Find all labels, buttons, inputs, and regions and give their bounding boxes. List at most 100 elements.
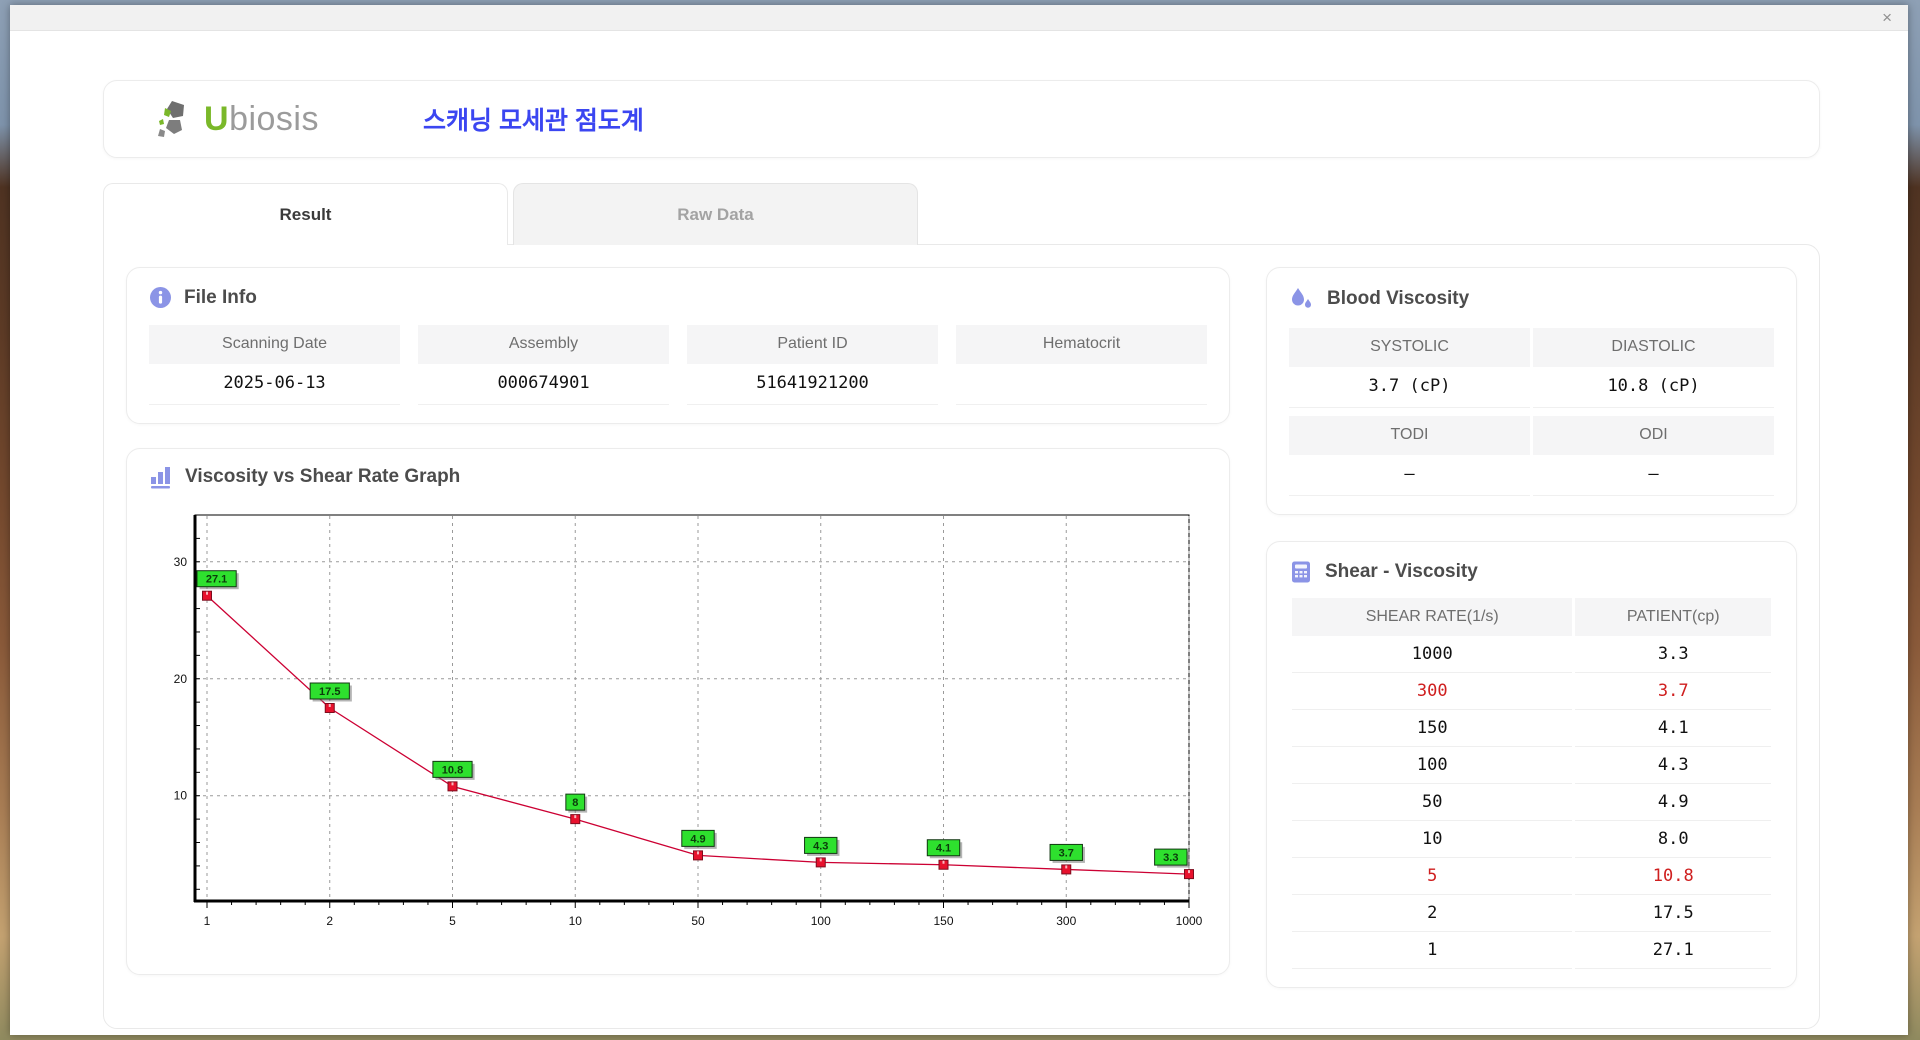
svg-text:3.7: 3.7	[1059, 847, 1074, 859]
svg-text:1: 1	[204, 914, 211, 928]
svg-text:2: 2	[326, 914, 333, 928]
brand-name: Ubiosis	[204, 99, 319, 138]
field-value-hematocrit	[956, 364, 1207, 405]
patient-viscosity-cell: 10.8	[1575, 858, 1771, 895]
patient-viscosity-cell: 4.1	[1575, 710, 1771, 747]
blood-viscosity-grid-top: SYSTOLIC DIASTOLIC 3.7 (cP) 10.8 (cP)	[1289, 328, 1774, 408]
tab-result[interactable]: Result	[103, 183, 508, 245]
svg-text:4.1: 4.1	[936, 843, 951, 855]
tab-raw-data[interactable]: Raw Data	[513, 183, 918, 245]
close-icon[interactable]: ×	[1882, 9, 1892, 26]
svg-text:50: 50	[691, 914, 705, 928]
result-dialog: × Ubiosis 스캐닝 모세관 점도계 Result Raw Data Fi…	[10, 5, 1908, 1035]
left-column: File Info Scanning Date Assembly Patient…	[126, 267, 1230, 1006]
todi-label: TODI	[1289, 416, 1530, 455]
shear-viscosity-title: Shear - Viscosity	[1325, 561, 1478, 582]
diastolic-value: 10.8 (cP)	[1533, 367, 1774, 408]
svg-text:1000: 1000	[1176, 914, 1203, 928]
svg-text:4.3: 4.3	[813, 840, 828, 852]
shear-table-row: 2 17.5	[1292, 895, 1771, 932]
blood-drops-icon	[1289, 286, 1315, 312]
patient-viscosity-cell: 8.0	[1575, 821, 1771, 858]
field-label-patient-id: Patient ID	[687, 325, 938, 364]
svg-text:10: 10	[569, 914, 583, 928]
info-icon	[149, 286, 172, 309]
shear-rate-cell: 150	[1292, 710, 1573, 747]
shear-viscosity-title-row: Shear - Viscosity	[1289, 560, 1774, 584]
brand-logo: Ubiosis	[150, 99, 319, 139]
svg-text:3.3: 3.3	[1163, 852, 1178, 864]
shear-table-row: 150 4.1	[1292, 710, 1771, 747]
ubiosis-logo-icon	[150, 99, 196, 139]
field-value-assembly: 000674901	[418, 364, 669, 405]
chart-wrap: 10 20 30 1 2 5 10 50 100 150 300 1000 27.1 17.5 10.8 8 4…	[149, 501, 1207, 958]
svg-text:17.5: 17.5	[319, 686, 340, 698]
patient-viscosity-cell: 27.1	[1575, 932, 1771, 969]
file-info-grid: Scanning Date Assembly Patient ID Hemato…	[149, 325, 1207, 405]
blood-viscosity-title-row: Blood Viscosity	[1289, 286, 1774, 312]
blood-viscosity-card: Blood Viscosity SYSTOLIC DIASTOLIC 3.7 (…	[1266, 267, 1797, 515]
odi-label: ODI	[1533, 416, 1774, 455]
shear-table-row: 300 3.7	[1292, 673, 1771, 710]
dialog-content: Ubiosis 스캐닝 모세관 점도계 Result Raw Data File…	[103, 80, 1820, 1029]
field-label-hematocrit: Hematocrit	[956, 325, 1207, 364]
shear-rate-cell: 1	[1292, 932, 1573, 969]
calculator-icon	[1289, 560, 1313, 584]
patient-viscosity-cell: 4.3	[1575, 747, 1771, 784]
tab-bar: Result Raw Data	[103, 183, 1820, 245]
viscosity-graph-card: Viscosity vs Shear Rate Graph 10 20 30 1 2 5 1…	[126, 448, 1230, 975]
viscosity-chart: 10 20 30 1 2 5 10 50 100 150 300 1000 27.1 17.5 10.8 8 4…	[174, 514, 1203, 928]
shear-table-header-row: SHEAR RATE(1/s) PATIENT(cp)	[1292, 598, 1771, 636]
patient-column-header: PATIENT(cp)	[1575, 598, 1771, 636]
field-value-scanning-date: 2025-06-13	[149, 364, 400, 405]
patient-viscosity-cell: 17.5	[1575, 895, 1771, 932]
shear-rate-cell: 300	[1292, 673, 1573, 710]
shear-table-row: 1000 3.3	[1292, 636, 1771, 673]
shear-table-row: 1 27.1	[1292, 932, 1771, 969]
field-value-patient-id: 51641921200	[687, 364, 938, 405]
file-info-title-row: File Info	[149, 286, 1207, 309]
file-info-title: File Info	[184, 286, 257, 308]
shear-rate-cell: 100	[1292, 747, 1573, 784]
svg-text:10.8: 10.8	[442, 764, 463, 776]
shear-table-row: 50 4.9	[1292, 784, 1771, 821]
patient-viscosity-cell: 3.7	[1575, 673, 1771, 710]
blood-viscosity-grid-bottom: TODI ODI – –	[1289, 416, 1774, 496]
shear-table-row: 100 4.3	[1292, 747, 1771, 784]
brand-header: Ubiosis 스캐닝 모세관 점도계	[103, 80, 1820, 158]
page-title: 스캐닝 모세관 점도계	[423, 107, 644, 135]
graph-title-row: Viscosity vs Shear Rate Graph	[149, 465, 1207, 489]
blood-viscosity-title: Blood Viscosity	[1327, 288, 1470, 309]
svg-text:4.9: 4.9	[690, 833, 705, 845]
todi-value: –	[1289, 455, 1530, 496]
shear-viscosity-card: Shear - Viscosity SHEAR RATE(1/s) PATIEN…	[1266, 541, 1797, 988]
field-label-scanning-date: Scanning Date	[149, 325, 400, 364]
file-info-card: File Info Scanning Date Assembly Patient…	[126, 267, 1230, 424]
shear-rate-cell: 10	[1292, 821, 1573, 858]
svg-text:20: 20	[174, 672, 188, 686]
shear-table-row: 10 8.0	[1292, 821, 1771, 858]
patient-viscosity-cell: 3.3	[1575, 636, 1771, 673]
svg-text:10: 10	[174, 789, 188, 803]
shear-rate-cell: 1000	[1292, 636, 1573, 673]
shear-table-row: 5 10.8	[1292, 858, 1771, 895]
shear-rate-cell: 2	[1292, 895, 1573, 932]
right-column: Blood Viscosity SYSTOLIC DIASTOLIC 3.7 (…	[1266, 267, 1797, 1006]
svg-text:27.1: 27.1	[206, 574, 227, 586]
diastolic-label: DIASTOLIC	[1533, 328, 1774, 367]
field-label-assembly: Assembly	[418, 325, 669, 364]
shear-rate-column-header: SHEAR RATE(1/s)	[1292, 598, 1573, 636]
svg-text:300: 300	[1056, 914, 1076, 928]
systolic-label: SYSTOLIC	[1289, 328, 1530, 367]
systolic-value: 3.7 (cP)	[1289, 367, 1530, 408]
svg-text:150: 150	[933, 914, 953, 928]
graph-title: Viscosity vs Shear Rate Graph	[185, 466, 461, 487]
svg-text:100: 100	[811, 914, 831, 928]
result-panel: File Info Scanning Date Assembly Patient…	[103, 244, 1820, 1029]
dialog-titlebar: ×	[10, 5, 1908, 31]
svg-text:8: 8	[572, 797, 578, 809]
bar-chart-icon	[149, 465, 173, 489]
svg-text:30: 30	[174, 555, 188, 569]
patient-viscosity-cell: 4.9	[1575, 784, 1771, 821]
shear-viscosity-table: SHEAR RATE(1/s) PATIENT(cp) 1000 3.3 300…	[1289, 598, 1774, 969]
